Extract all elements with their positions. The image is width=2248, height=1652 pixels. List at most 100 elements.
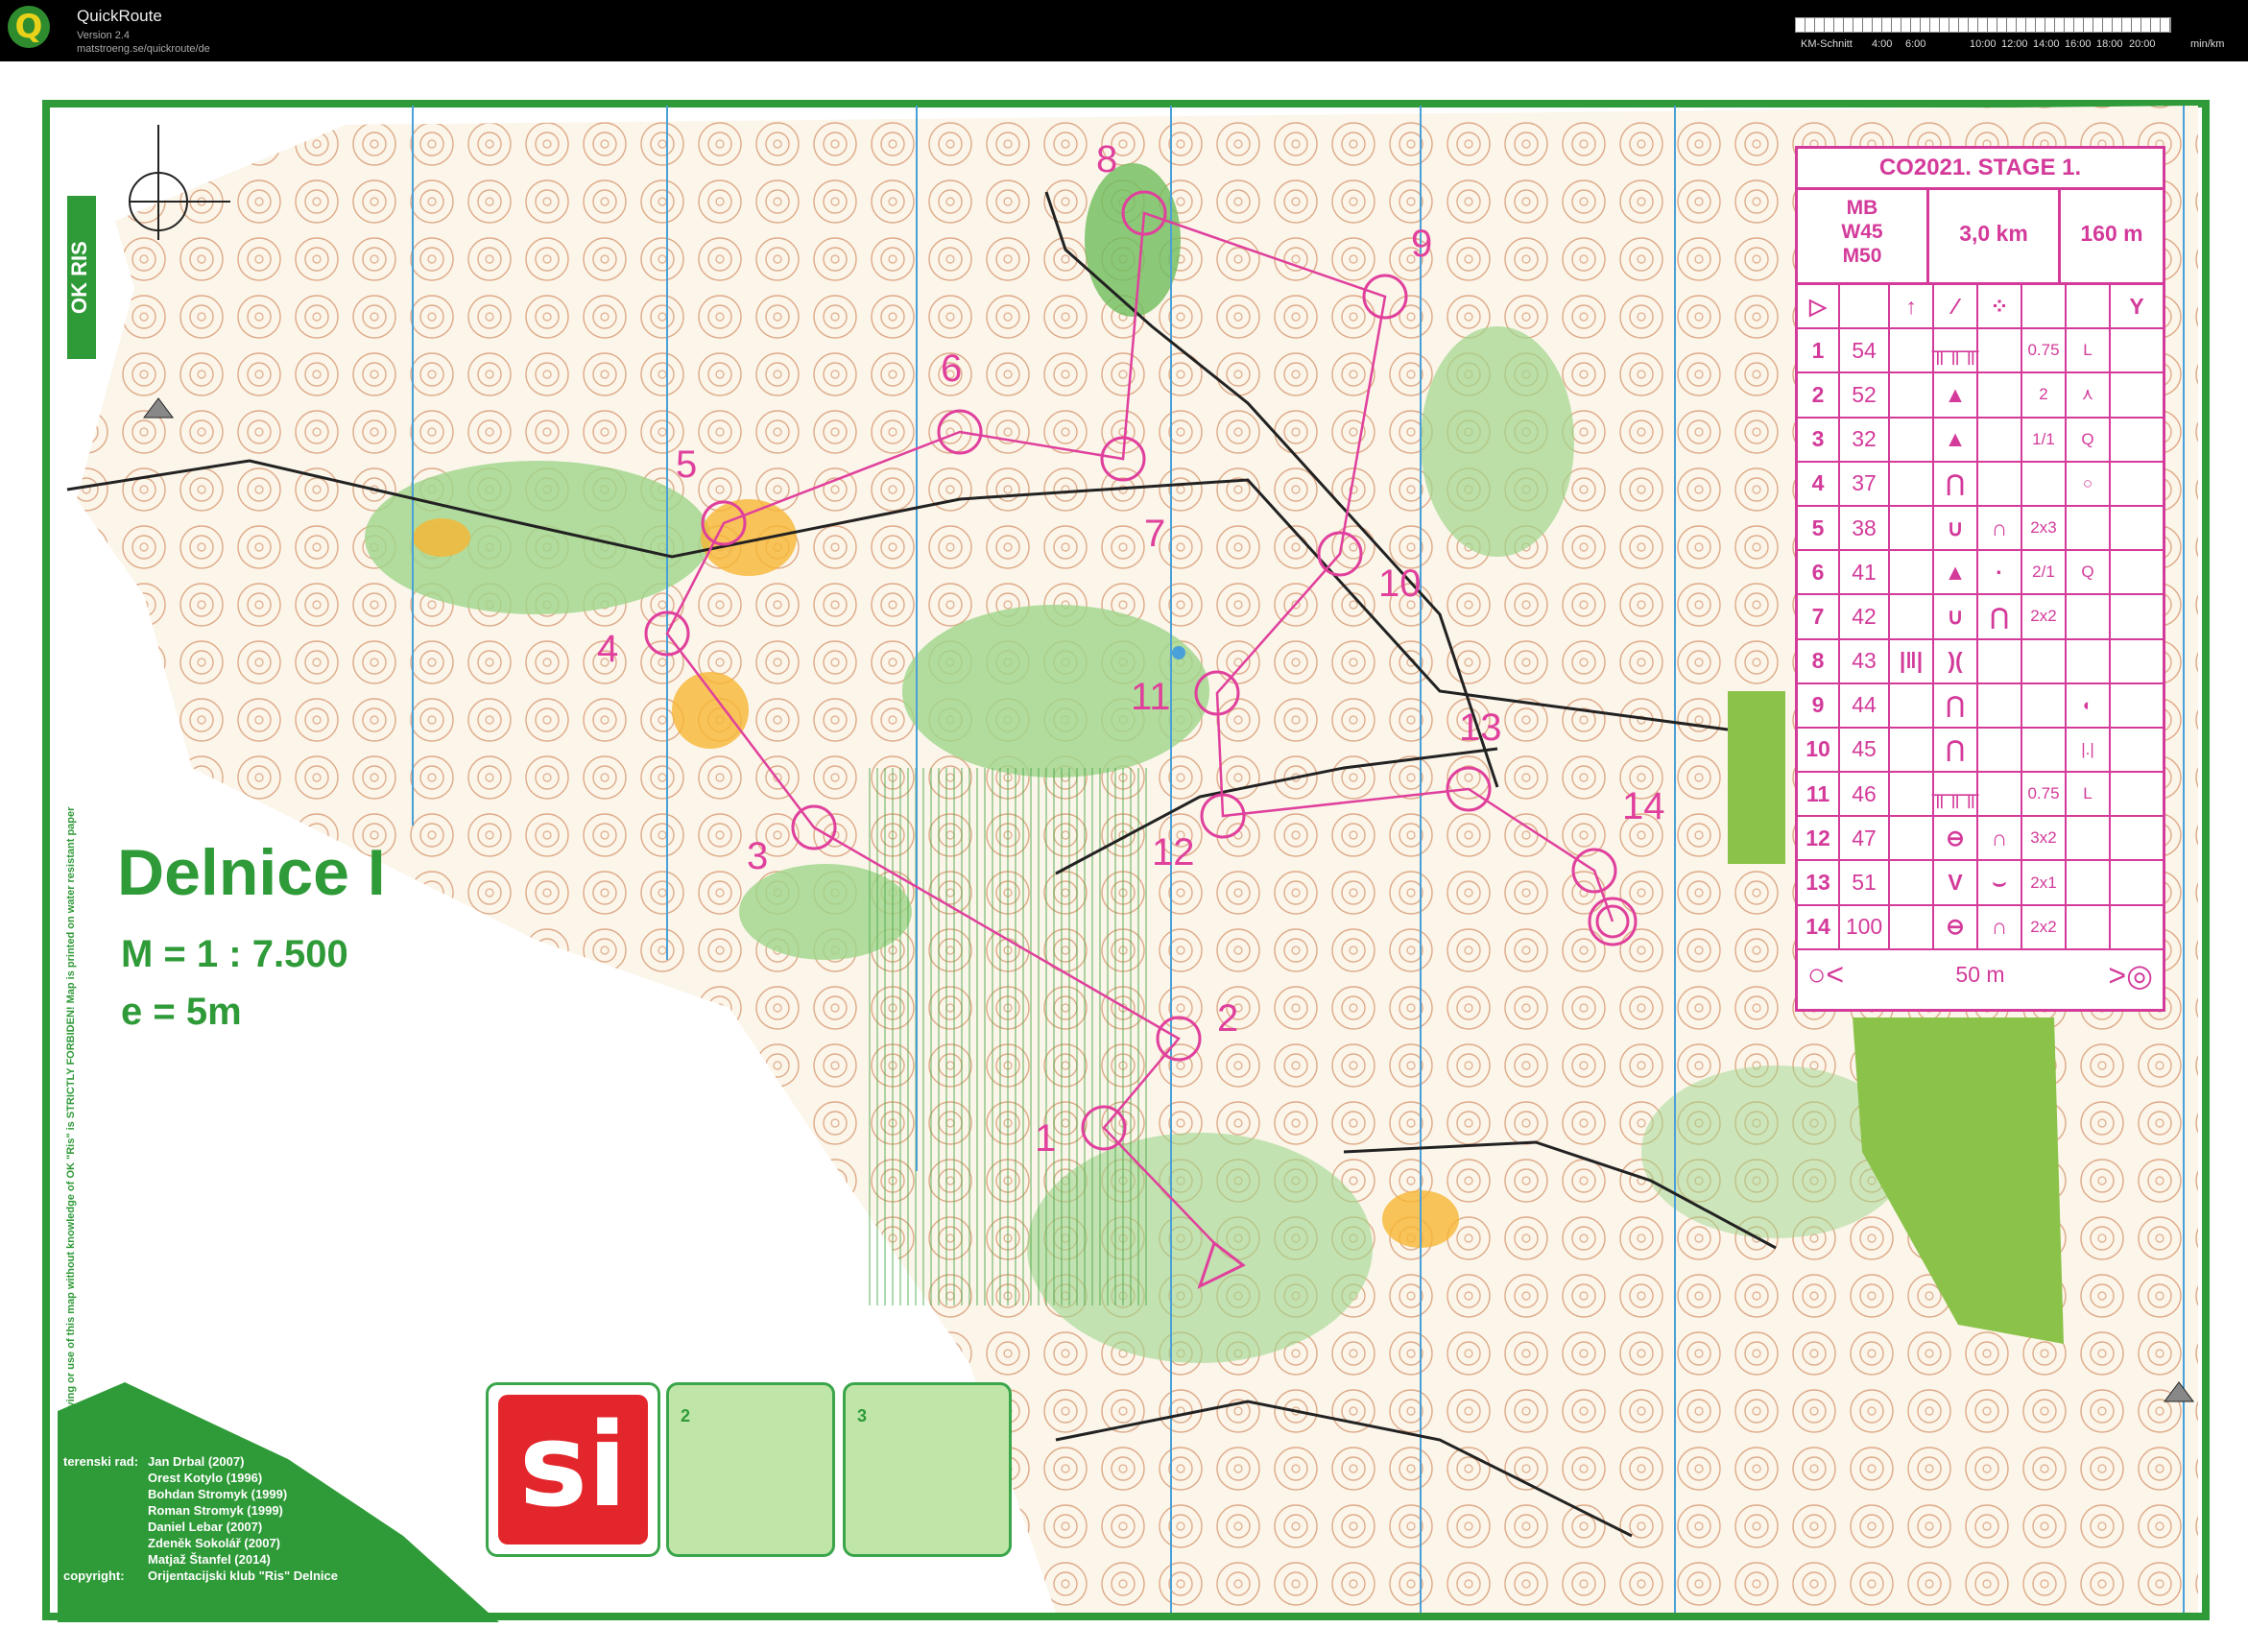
app-url[interactable]: matstroeng.se/quickroute/de bbox=[77, 43, 210, 55]
copyright-note: Any kind of copying or use of this map w… bbox=[65, 806, 77, 1487]
promo-number: 3 bbox=[857, 1406, 868, 1425]
control-cell-h: ⋏ bbox=[2067, 373, 2111, 417]
control-cell-n: 3 bbox=[1798, 418, 1840, 461]
arrow-up-icon: ↑ bbox=[1890, 285, 1934, 328]
control-cell-h: Q bbox=[2067, 418, 2111, 461]
control-label: 5 bbox=[676, 443, 698, 486]
app-name: QuickRoute bbox=[77, 7, 162, 25]
control-cell-n: 8 bbox=[1798, 639, 1840, 682]
control-cell-code: 44 bbox=[1840, 683, 1890, 727]
control-cell-e: ∪ bbox=[1934, 506, 1978, 550]
control-cell-end bbox=[2111, 551, 2163, 593]
control-cell-e: V bbox=[1934, 861, 1978, 904]
speed-legend-tick: 12:00 bbox=[2001, 38, 2028, 50]
control-cell-f bbox=[1978, 373, 2022, 417]
control-cell-h: |.| bbox=[2067, 728, 2111, 772]
control-cell-code: 100 bbox=[1840, 905, 1890, 948]
control-row: 7 42 ∪ ⋂ 2x2 bbox=[1798, 595, 2163, 640]
control-cell-d bbox=[1890, 595, 1934, 638]
control-cell-n: 10 bbox=[1798, 728, 1840, 772]
control-label: 3 bbox=[747, 835, 769, 877]
control-label: 9 bbox=[1411, 223, 1433, 265]
control-label: 12 bbox=[1152, 831, 1195, 874]
control-cell-n: 12 bbox=[1798, 817, 1840, 860]
control-cell-n: 1 bbox=[1798, 329, 1840, 372]
control-row: 6 41 ▲ · 2/1 Q bbox=[1798, 551, 2163, 596]
credit-line: Bohdan Stromyk (1999) bbox=[148, 1487, 288, 1501]
control-cell-code: 42 bbox=[1840, 595, 1890, 638]
control-row: 10 45 ⋂ |.| bbox=[1798, 728, 2163, 774]
control-row: 8 43 |‖|)( bbox=[1798, 639, 2163, 684]
control-cell-end bbox=[2111, 419, 2163, 461]
control-cell-d bbox=[1890, 418, 1934, 461]
control-cell-e: ⋂ bbox=[1934, 728, 1978, 772]
control-cell-f bbox=[1978, 773, 2022, 816]
control-cell-g: 2/1 bbox=[2022, 551, 2067, 594]
control-cell-d bbox=[1890, 683, 1934, 727]
control-cell-e: ▲ bbox=[1934, 373, 1978, 417]
map-equidistance: e = 5m bbox=[121, 991, 242, 1033]
control-cell-code: 43 bbox=[1840, 639, 1890, 682]
control-label: 1 bbox=[1035, 1117, 1057, 1160]
app-version: Version 2.4 bbox=[77, 30, 131, 41]
control-label: 6 bbox=[941, 347, 963, 390]
control-cell-h: Q bbox=[2067, 551, 2111, 594]
control-cell-h: L bbox=[2067, 329, 2111, 372]
control-cell-n: 2 bbox=[1798, 373, 1840, 417]
promo-box: 2 bbox=[666, 1382, 835, 1557]
speed-color-legend bbox=[1795, 17, 2171, 33]
control-cell-end bbox=[2111, 507, 2163, 549]
course-header: MB W45 M50 3,0 km 160 m bbox=[1798, 190, 2163, 285]
control-cell-f: ⌣ bbox=[1978, 861, 2022, 904]
control-cell-d: |‖| bbox=[1890, 639, 1934, 682]
credit-line: terenski rad: Jan Drbal (2007) bbox=[63, 1454, 245, 1469]
control-label: 10 bbox=[1378, 563, 1422, 605]
control-cell-end bbox=[2111, 373, 2163, 416]
control-cell-code: 47 bbox=[1840, 817, 1890, 860]
control-cell-g bbox=[2022, 683, 2067, 727]
sponsor-box: si bbox=[486, 1382, 660, 1557]
control-cell-d bbox=[1890, 551, 1934, 594]
control-cell-g: 0.75 bbox=[2022, 773, 2067, 816]
control-cell-e: )( bbox=[1934, 639, 1978, 682]
control-cell-end bbox=[2111, 463, 2163, 505]
map-canvas[interactable]: OK RIS Delnice I M = 1 : 7.500 e = 5m An… bbox=[0, 61, 2248, 1652]
control-cell-e: ▲ bbox=[1934, 551, 1978, 594]
control-cell-f: ∩ bbox=[1978, 905, 2022, 948]
control-cell-code: 46 bbox=[1840, 773, 1890, 816]
control-cell-n: 4 bbox=[1798, 462, 1840, 505]
control-cell-h: L bbox=[2067, 773, 2111, 816]
control-cell-f: · bbox=[1978, 551, 2022, 594]
control-cell-end bbox=[2111, 773, 2163, 815]
control-cell-f bbox=[1978, 418, 2022, 461]
control-cell-end bbox=[2111, 817, 2163, 859]
credit-line: Daniel Lebar (2007) bbox=[148, 1520, 263, 1534]
control-row: 11 46 ╥╥╥ 0.75 L bbox=[1798, 773, 2163, 818]
credit-line: Matjaž Štanfel (2014) bbox=[148, 1552, 271, 1567]
control-cell-g: 0.75 bbox=[2022, 329, 2067, 372]
control-cell-f bbox=[1978, 329, 2022, 372]
control-cell-end bbox=[2111, 640, 2163, 682]
control-cell-g bbox=[2022, 639, 2067, 682]
title-bar: Q QuickRoute Version 2.4 matstroeng.se/q… bbox=[0, 0, 2248, 61]
finish-start-icon: ○< bbox=[1807, 957, 1845, 993]
control-cell-code: 41 bbox=[1840, 551, 1890, 594]
control-cell-code: 52 bbox=[1840, 373, 1890, 417]
control-cell-h: ◐ bbox=[2067, 683, 2111, 727]
control-cell-g: 1/1 bbox=[2022, 418, 2067, 461]
junction-icon: Y bbox=[2129, 293, 2144, 319]
control-cell-code: 51 bbox=[1840, 861, 1890, 904]
control-cell-h bbox=[2067, 595, 2111, 638]
control-cell-h bbox=[2067, 817, 2111, 860]
course-climb: 160 m bbox=[2080, 221, 2143, 246]
control-cell-g: 2x1 bbox=[2022, 861, 2067, 904]
control-row: 5 38 ∪ ∩ 2x3 bbox=[1798, 506, 2163, 552]
map-name: Delnice I bbox=[117, 836, 386, 909]
promo-number: 2 bbox=[681, 1406, 691, 1425]
control-cell-f bbox=[1978, 639, 2022, 682]
start-triangle-icon: ▷ bbox=[1798, 285, 1840, 328]
control-cell-e: ⋂ bbox=[1934, 462, 1978, 505]
speed-legend-tick: 18:00 bbox=[2096, 38, 2123, 50]
control-label: 7 bbox=[1144, 513, 1166, 555]
course-classes: MB W45 M50 bbox=[1798, 190, 1929, 282]
